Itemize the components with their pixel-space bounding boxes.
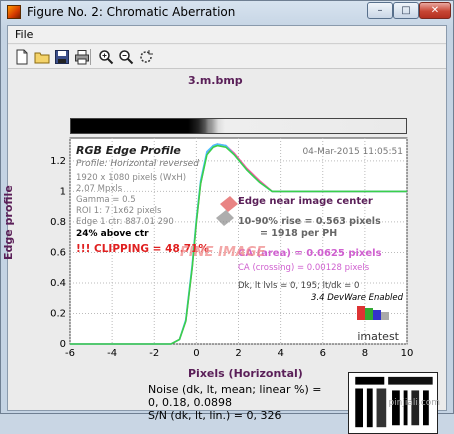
imatest-logo-bar [373, 310, 381, 320]
above-ctr-text: 24% above ctr [76, 229, 149, 239]
x-tick-label: 6 [320, 348, 326, 359]
x-tick-label: 10 [401, 348, 414, 359]
figure-window: Figure No. 2: Chromatic Aberration – □ ✕… [0, 0, 454, 434]
matlab-app-icon [7, 5, 21, 19]
menu-bar: File [8, 26, 446, 44]
print-icon[interactable] [74, 49, 90, 65]
imatest-logo-bar [357, 306, 365, 320]
zoom-out-icon[interactable] [118, 49, 134, 65]
rotate-icon[interactable] [138, 49, 154, 65]
x-tick-label: -2 [149, 348, 159, 359]
y-axis-label: Edge profile [2, 185, 15, 260]
y-tick-label: 1.2 [50, 156, 66, 167]
zoom-in-icon[interactable] [98, 49, 114, 65]
menu-file[interactable]: File [12, 28, 36, 41]
plot-subtitle: Profile: Horizontal reversed [76, 159, 199, 169]
x-tick-label: 4 [277, 348, 283, 359]
imatest-logo-bar [365, 308, 373, 320]
new-file-icon[interactable] [14, 49, 30, 65]
title-bar[interactable]: Figure No. 2: Chromatic Aberration – □ ✕ [1, 1, 453, 23]
y-tick-label: 0.8 [50, 217, 66, 228]
ca-crossing-text: CA (crossing) = 0.00128 pixels [238, 263, 370, 273]
window-title: Figure No. 2: Chromatic Aberration [27, 5, 236, 19]
rise-line-2: = 1918 per PH [260, 228, 337, 239]
y-tick-label: 0 [60, 339, 66, 350]
y-tick-label: 0.2 [50, 308, 66, 319]
info-line: Gamma = 0.5 [76, 195, 136, 205]
imatest-brand: imatest [357, 330, 399, 343]
sn-line: S/N (dk, lt, lin.) = 0, 326 [148, 409, 282, 422]
x-tick-label: 8 [362, 348, 368, 359]
save-icon[interactable] [54, 49, 70, 65]
info-line: 1920 x 1080 pixels (WxH) [76, 173, 186, 183]
x-tick-label: -4 [107, 348, 117, 359]
x-tick-label: 2 [235, 348, 241, 359]
plot-title: RGB Edge Profile [76, 144, 181, 157]
y-tick-label: 1 [60, 186, 66, 197]
y-tick-label: 0.4 [50, 278, 66, 289]
y-tick-label: 0.6 [50, 247, 66, 258]
client-area: File 3.m.bmp -6 -4 -2 0 2 4 6 8 10 0 0.2 0.4 0.6 0.8 1… [2, 25, 447, 434]
noise-line-1: Noise (dk, lt, mean; linear %) = [148, 383, 322, 396]
toolbar [8, 45, 446, 69]
noise-line-2: 0, 0.18, 0.0898 [148, 396, 232, 409]
minimize-button[interactable]: – [367, 2, 393, 19]
version-text: 3.4 DevWare Enabled [311, 293, 404, 303]
x-tick-label: -6 [65, 348, 75, 359]
edge-profile-chart: -6 -4 -2 0 2 4 6 8 10 0 0.2 0.4 0.6 0.8 1 1.2 RGB Edge P… [50, 137, 414, 359]
imatest-logo-bar [381, 312, 389, 320]
info-line: Edge 1 ctr: 887.01 290 [76, 217, 174, 227]
toolbar-separator [90, 49, 91, 65]
maximize-button[interactable]: □ [393, 2, 419, 19]
x-axis-label: Pixels (Horizontal) [188, 367, 303, 380]
x-tick-label: 0 [193, 348, 199, 359]
figure-area: 3.m.bmp -6 -4 -2 0 2 4 6 8 10 0 0.2 0.4 0.6 0.8 1 1.2 RG… [2, 70, 446, 434]
site-watermark: pinjiali.com [388, 398, 440, 408]
close-button[interactable]: ✕ [419, 2, 451, 19]
open-folder-icon[interactable] [34, 49, 50, 65]
info-line: 2.07 Mpxls [76, 184, 123, 194]
fine-image-watermark: FINE IMAGE [180, 245, 266, 260]
rise-line-1: 10-90% rise = 0.563 pixels [238, 216, 381, 227]
edge-heading: Edge near image center [238, 196, 373, 207]
plot-date: 04-Mar-2015 11:05:51 [302, 147, 403, 157]
info-line: ROI 1: 7 1x62 pixels [76, 206, 162, 216]
dk-line-text: Dk, lt lvls = 0, 195; lt/dk = 0 [238, 281, 359, 291]
